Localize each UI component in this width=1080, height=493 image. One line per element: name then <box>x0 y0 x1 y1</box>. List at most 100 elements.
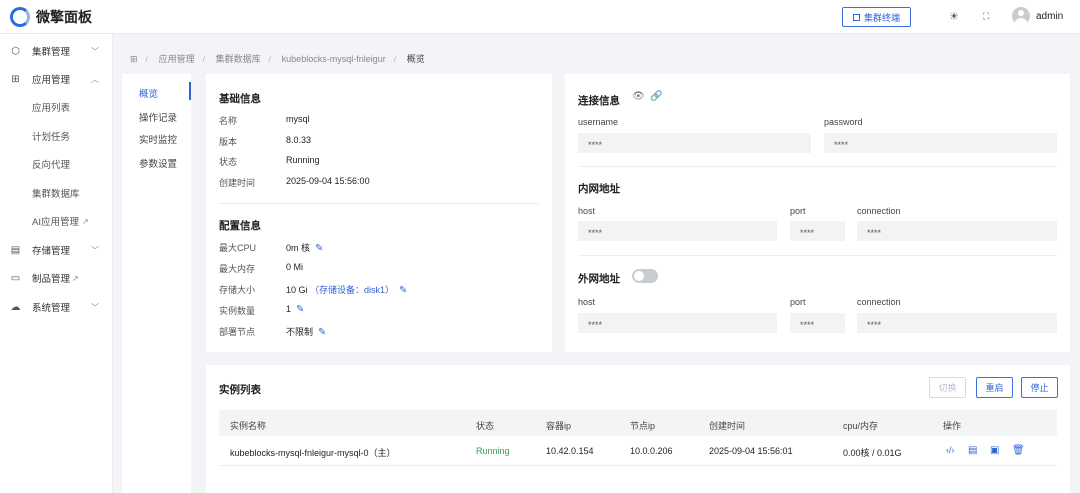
chevron-up-icon: ︿ <box>91 74 99 84</box>
document-icon[interactable]: ▤ <box>968 445 977 456</box>
password-label: password <box>824 117 863 127</box>
field-label: 名称 <box>219 116 238 126</box>
logo-text: 微擎面板 <box>36 9 92 25</box>
sidebar-item-storage[interactable]: ▤ 存储管理 ﹀ <box>0 240 113 260</box>
tab-overview[interactable]: 概览 <box>139 86 158 100</box>
node-value: 不限制 ✎ <box>286 327 327 338</box>
cpu-value: 0m 核 ✎ <box>286 243 324 254</box>
sidebar-item-label: 应用列表 <box>32 103 71 114</box>
host-label: host <box>578 206 596 216</box>
divider <box>578 166 1057 167</box>
internal-host-field[interactable]: **** <box>578 221 777 241</box>
sidebar-item-artifacts[interactable]: ▭ 制品管理 ↗ <box>0 268 113 288</box>
restart-button[interactable]: 重启 <box>976 377 1013 398</box>
storage-device-link[interactable]: （存储设备：disk1） <box>310 285 394 295</box>
basic-info-title: 基础信息 <box>219 93 261 105</box>
eye-icon[interactable]: 👁 <box>632 91 645 102</box>
sidebar-item-label: 应用管理 <box>32 75 71 86</box>
avatar[interactable] <box>1012 7 1030 25</box>
sidebar-item-proxy[interactable]: 反向代理 <box>0 154 113 174</box>
external-host-field[interactable]: **** <box>578 313 777 333</box>
sidebar-item-label: 集群数据库 <box>32 189 80 200</box>
breadcrumb-item[interactable]: 集群数据库 <box>216 54 261 64</box>
instance-name-link[interactable]: kubeblocks-mysql-fnleigur-mysql-0（主） <box>230 446 396 459</box>
port-label: port <box>790 297 806 307</box>
tab-operation-log[interactable]: 操作记录 <box>139 110 177 124</box>
breadcrumb-current: 概览 <box>406 54 425 64</box>
home-icon[interactable]: ⊞ <box>130 54 138 64</box>
info-card <box>206 74 552 352</box>
logo[interactable]: 微擎面板 <box>10 7 92 27</box>
external-address-title: 外网地址 <box>578 273 620 285</box>
column-header: 操作 <box>943 421 962 431</box>
field-label: 创建时间 <box>219 178 256 188</box>
sidebar-item-apps[interactable]: ⊞ 应用管理 ︿ <box>0 69 113 89</box>
sidebar-item-label: 反向代理 <box>32 160 71 171</box>
sidebar-item-system[interactable]: ☁ 系统管理 ﹀ <box>0 297 113 317</box>
switch-button[interactable]: 切换 <box>929 377 966 398</box>
column-header: 容器ip <box>546 421 572 431</box>
internal-port-field[interactable]: **** <box>790 221 845 241</box>
cloud-icon: ☁ <box>10 301 21 313</box>
chevron-down-icon: ﹀ <box>91 46 99 56</box>
edit-icon[interactable]: ✎ <box>399 285 407 296</box>
stop-button[interactable]: 停止 <box>1021 377 1058 398</box>
internal-address-title: 内网地址 <box>578 183 620 195</box>
sidebar-item-label: 存储管理 <box>32 246 71 257</box>
version-value: 8.0.33 <box>286 135 312 145</box>
external-address-toggle[interactable] <box>632 269 658 283</box>
container-ip: 10.42.0.154 <box>546 446 594 456</box>
cluster-terminal-button[interactable]: 集群终端 <box>842 7 911 27</box>
memory-value: 0 Mi <box>286 262 304 272</box>
username-field[interactable]: **** <box>578 133 811 153</box>
host-label: host <box>578 297 596 307</box>
divider <box>578 255 1057 256</box>
external-port-field[interactable]: **** <box>790 313 845 333</box>
detail-tabs: 概览 操作记录 实时监控 参数设置 <box>122 74 191 493</box>
code-icon[interactable]: ‹/› <box>946 445 955 455</box>
sidebar-item-ai-apps[interactable]: AI应用管理 ↗ <box>0 211 113 231</box>
breadcrumb-item[interactable]: 应用管理 <box>159 54 195 64</box>
sidebar-item-app-list[interactable]: 应用列表 <box>0 97 113 117</box>
grid-icon: ⊞ <box>11 73 20 85</box>
external-link-icon: ↗ <box>82 216 89 226</box>
edit-icon[interactable]: ✎ <box>318 327 326 338</box>
edit-icon[interactable]: ✎ <box>315 243 323 254</box>
field-label: 最大内存 <box>219 264 256 274</box>
external-connection-field[interactable]: **** <box>857 313 1057 333</box>
connection-card <box>565 74 1070 352</box>
terminal-icon <box>852 13 860 21</box>
connection-label: connection <box>857 297 901 307</box>
archive-icon: ▭ <box>10 272 21 284</box>
divider <box>219 465 1057 466</box>
breadcrumb-item[interactable]: kubeblocks-mysql-fnleigur <box>282 54 386 64</box>
created-value: 2025-09-04 15:56:00 <box>286 176 370 186</box>
sidebar-item-cluster[interactable]: ⬡ 集群管理 ﹀ <box>0 41 113 61</box>
tab-monitor[interactable]: 实时监控 <box>139 132 177 146</box>
delete-icon[interactable]: 🗑 <box>1012 445 1025 456</box>
username[interactable]: admin <box>1036 11 1063 22</box>
column-header: cpu/内存 <box>843 421 879 431</box>
terminal-icon[interactable]: ▣ <box>990 445 999 456</box>
sun-icon[interactable]: ☀ <box>949 10 959 23</box>
sidebar-item-label: 计划任务 <box>32 132 71 143</box>
chevron-down-icon: ﹀ <box>91 302 99 312</box>
sidebar-item-cron[interactable]: 计划任务 <box>0 126 113 146</box>
edit-icon[interactable]: ✎ <box>296 304 304 315</box>
status-badge: Running <box>476 446 510 456</box>
terminal-button-label: 集群终端 <box>863 12 900 23</box>
top-bar: 微擎面板 集群终端 ☀ ⛶ admin <box>0 0 1080 34</box>
password-field[interactable]: **** <box>824 133 1057 153</box>
logo-icon <box>10 7 30 27</box>
instance-list-title: 实例列表 <box>219 384 261 396</box>
internal-connection-field[interactable]: **** <box>857 221 1057 241</box>
name-value: mysql <box>286 114 310 124</box>
status-value: Running <box>286 155 320 165</box>
username-label: username <box>578 117 619 127</box>
fullscreen-icon[interactable]: ⛶ <box>983 11 989 22</box>
tab-params[interactable]: 参数设置 <box>139 156 177 170</box>
connection-title: 连接信息 <box>578 95 620 107</box>
link-icon[interactable]: 🔗 <box>650 91 662 102</box>
chevron-down-icon: ﹀ <box>91 245 99 255</box>
sidebar-item-cluster-db[interactable]: 集群数据库 <box>0 183 113 203</box>
